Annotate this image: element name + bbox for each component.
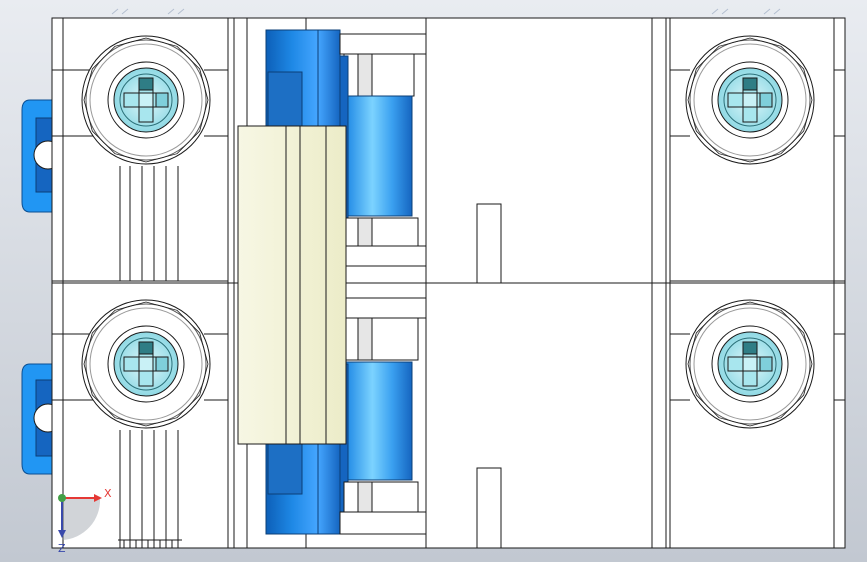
phillips-screw-icon: [685, 299, 815, 429]
toggle-lever[interactable]: [237, 125, 347, 445]
triad-x-label: X: [104, 487, 112, 500]
triad-y-label: Z: [58, 542, 66, 555]
cad-viewport[interactable]: X Z: [0, 0, 867, 562]
phillips-screw-icon: [81, 35, 211, 165]
cad-drawing: X Z: [0, 0, 867, 562]
phillips-screw-icon: [81, 299, 211, 429]
blue-contact-upper: [265, 29, 341, 127]
phillips-screw-icon: [685, 35, 815, 165]
blue-contact-lower: [265, 443, 341, 535]
